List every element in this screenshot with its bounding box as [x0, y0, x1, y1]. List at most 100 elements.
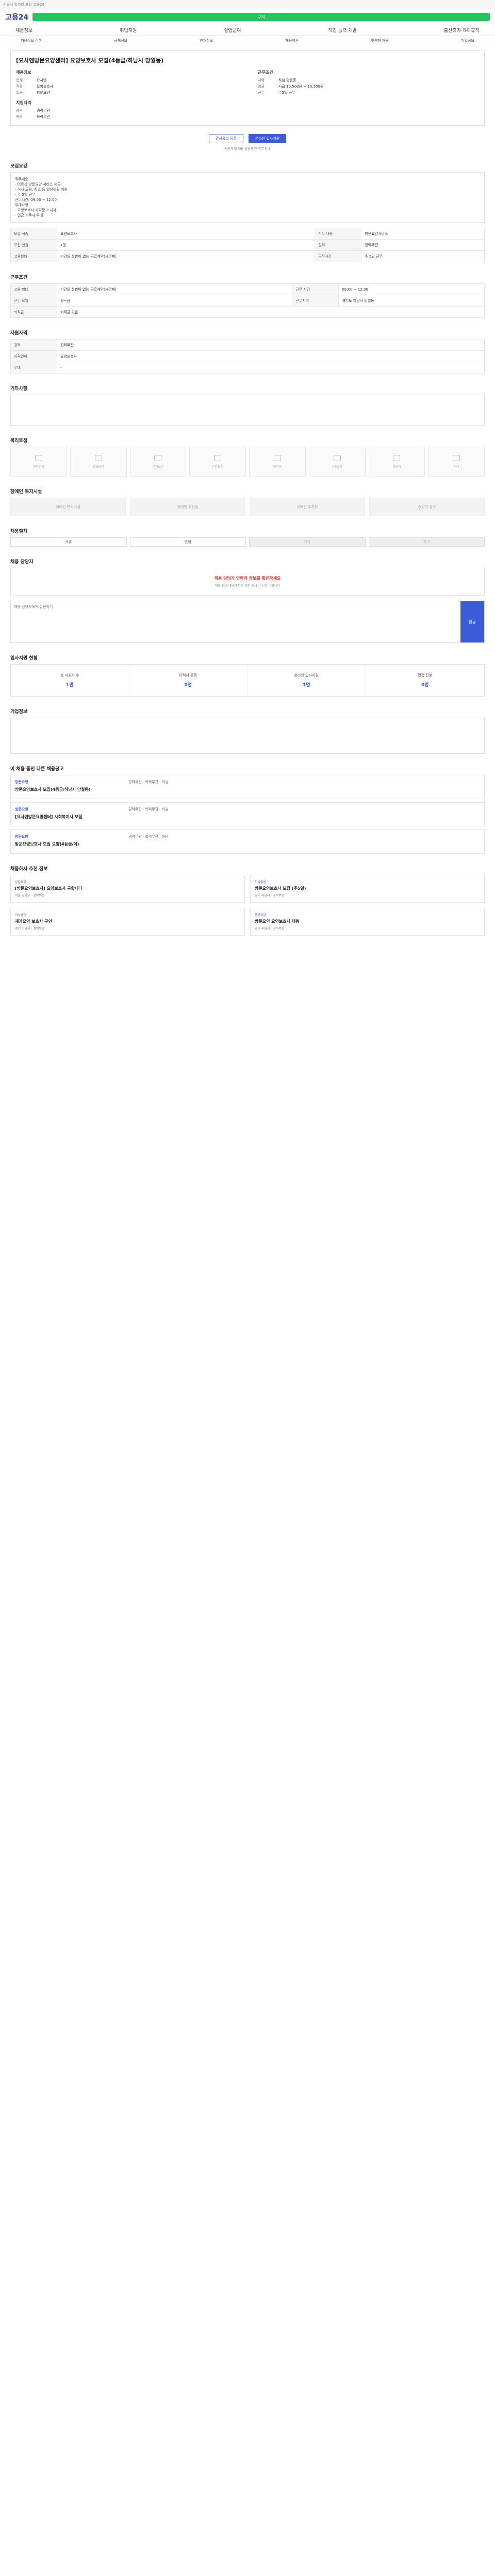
table-row: 경력 경력무관: [10, 339, 485, 351]
job-info-table: 모집 직종 요양보호사 직무 내용 방문요양서비스 모집 인원 1명 경력 경력무관 고용형…: [10, 228, 485, 262]
posting-summary: [요사엔방문요양센터] 요양보호사 모집(4등급/하남시 망월동) 채용정보 업…: [10, 50, 485, 126]
gnb-item[interactable]: 출산휴가·육아휴직: [444, 27, 480, 33]
kv-row: 업종 방문요양: [16, 91, 50, 95]
rec-card[interactable]: 하남돌봄 방문요양보호사 모집 (주5일) 경기 하남시 · 경력무관: [250, 875, 485, 903]
section-title-job-detail: 모집요강: [10, 164, 28, 169]
table-row: 자격면허 요양보호사: [10, 350, 485, 362]
rec-card[interactable]: 강남요양 [방문요양보호사] 요양보호사 구합니다 서울 강남구 · 경력무관: [10, 875, 245, 903]
welfare-card: 산재보험: [129, 447, 187, 477]
header: 고용24 구직: [0, 9, 495, 25]
facility-item: 장애인 편의시설: [10, 498, 126, 516]
rec-card[interactable]: 행복요양 방문요양 요양보호사 채용 경기 하남시 · 경력무관: [250, 908, 485, 936]
welfare-card: 국민연금: [10, 447, 67, 477]
subnav-item[interactable]: 채용정보 검색: [21, 38, 42, 43]
summary-left-head: 채용정보: [16, 70, 31, 75]
table-row: 근무 요일 월~금 근무지역 경기도 하남시 망월동: [10, 295, 485, 307]
apply-button[interactable]: 온라인 입사지원: [248, 134, 287, 143]
contact-alert: 채용 담당자 연락처 정보를 확인하세요 채용 공고 내용과 다른 조건 제시 …: [10, 568, 485, 596]
section-title-contact: 채용 담당자: [10, 560, 34, 565]
welfare-icon: [154, 454, 162, 461]
subnav-item[interactable]: 공채정보: [114, 38, 127, 43]
facility-item: 승강기 설치: [369, 498, 485, 516]
subnav-item[interactable]: 기업정보: [461, 38, 474, 43]
gnb-item[interactable]: 직업 능력 개발: [328, 27, 356, 33]
step-item: 면접: [129, 537, 246, 547]
conditions-table: 고용 형태 기간의 정함이 없는 근로계약(시간제) 근무 시간 09:00 ~ 12…: [10, 283, 485, 318]
alert-text: 채용 공고 내용과 다른 조건 제시 시 신고 바랍니다: [215, 584, 280, 588]
qa-box: 전송: [10, 601, 485, 643]
section-title-others: 기타사항: [10, 386, 28, 392]
gnb-item[interactable]: 채용정보: [15, 27, 32, 33]
section-title-facility: 장애인 복지시설: [10, 489, 42, 495]
kv-row: 지역 하남 망월동: [258, 78, 296, 82]
status-cell: 총 지원자 수 1명: [11, 665, 129, 696]
deadline-note: 지원자 및 채용 담당자 간 직무 안내: [224, 147, 271, 151]
gnb-item[interactable]: 실업급여: [224, 27, 241, 33]
welfare-card: 고용보험: [70, 447, 127, 477]
topbar-text: 서울시 일자리 포털 고용24: [3, 2, 44, 7]
welfare-icon: [333, 454, 341, 461]
table-row: 우대 -: [10, 362, 485, 374]
welfare-icon: [94, 454, 102, 461]
rec-card[interactable]: 미사센터 재가요양 보호사 구인 경기 하남시 · 경력무관: [10, 908, 245, 936]
table-row: 퇴직금 퇴직금 있음: [10, 306, 485, 318]
summary-extra-head: 지원자격: [16, 100, 31, 105]
qualification-table: 경력 경력무관 자격면허 요양보호사 우대 -: [10, 339, 485, 374]
alert-warn: 채용 담당자 연락처 정보를 확인하세요: [214, 576, 281, 581]
section-title-company: 기업정보: [10, 709, 28, 715]
subnav-item[interactable]: 인재정보: [200, 38, 213, 43]
table-row: 고용형태 기간의 정함이 없는 근로계약(시간제) 근무시간 주 5일 근무: [10, 250, 485, 262]
job-list-item[interactable]: 방문요양 방문요양보호사 모집(4등급/하남시 망월동) 경력무관 · 학력무관 …: [10, 775, 485, 799]
send-button[interactable]: 전송: [460, 601, 484, 642]
welfare-card: 퇴직금: [249, 447, 306, 477]
table-row: 모집 직종 요양보호사 직무 내용 방문요양서비스: [10, 228, 485, 240]
subnav-item[interactable]: 채용행사: [285, 38, 299, 43]
site-logo[interactable]: 고용24: [5, 12, 28, 22]
recommend-grid: 강남요양 [방문요양보호사] 요양보호사 구합니다 서울 강남구 · 경력무관 하남…: [10, 875, 485, 936]
status-cell: 온라인 입사지원 1명: [248, 665, 366, 696]
welfare-icon: [35, 454, 42, 461]
section-title-qualification: 지원자격: [10, 331, 28, 336]
section-title-conditions: 근무조건: [10, 275, 28, 280]
job-detail-box: 직무내용 - 어르신 방문요양 서비스 제공 - 식사 도움, 청소 등 일상생…: [10, 172, 485, 223]
facility-grid: 장애인 편의시설 장애인 화장실 장애인 주차장 승강기 설치: [10, 498, 485, 516]
search-bar[interactable]: 구직: [32, 13, 490, 21]
section-title-selection: 채용절차: [10, 529, 28, 534]
sub-nav: 채용정보 검색 공채정보 인재정보 채용행사 맞춤형 채용 기업정보: [0, 36, 495, 45]
welfare-icon: [273, 454, 281, 461]
status-grid: 총 지원자 수 1명 이력서 등록 0명 온라인 입사지원 1명 면접 진행 0명: [10, 664, 485, 697]
welfare-grid: 국민연금 고용보험 산재보험 건강보험 퇴직금 4대보험 교통비 식대: [10, 447, 485, 477]
job-list-item[interactable]: 방문요양 [요사엔방문요양센터] 사회복지사 모집 경력무관 · 학력무관 · 하…: [10, 802, 485, 826]
welfare-icon: [214, 454, 222, 461]
facility-item: 장애인 주차장: [250, 498, 365, 516]
welfare-icon: [453, 454, 460, 461]
section-title-welfare: 복리후생: [10, 438, 28, 444]
kv-row: 근무 주5일 근무: [258, 91, 295, 95]
others-box: [10, 395, 485, 426]
scrap-button[interactable]: 관심공고 등록: [208, 134, 243, 143]
search-bar-label: 구직: [257, 14, 265, 20]
job-detail-text: 직무내용 - 어르신 방문요양 서비스 제공 - 식사 도움, 청소 등 일상생…: [15, 177, 68, 217]
step-item: 채용: [249, 537, 366, 547]
welfare-card: 건강보험: [189, 447, 246, 477]
selection-steps: 서류 면접 채용 합격: [10, 537, 485, 547]
summary-right-head: 근무조건: [258, 70, 273, 75]
table-row: 고용 형태 기간의 정함이 없는 근로계약(시간제) 근무 시간 09:00 ~ 12…: [10, 283, 485, 295]
status-cell: 면접 진행 0명: [418, 673, 433, 688]
kv-row: 학력 학력무관: [16, 115, 50, 119]
gnb-item[interactable]: 취업지원: [120, 27, 137, 33]
welfare-card: 4대보험: [308, 447, 366, 477]
table-row: 모집 인원 1명 경력 경력무관: [10, 239, 485, 251]
kv-row: 직종 요양보호사: [16, 84, 54, 89]
subnav-item[interactable]: 맞춤형 채용: [371, 38, 388, 43]
welfare-icon: [393, 454, 401, 461]
kv-row: 경력 경력무관: [16, 109, 50, 113]
section-title-recommend: 채용하시 추천 정보: [10, 867, 48, 872]
job-list-item[interactable]: 방문요양 방문요양보호사 모집 요양(4등급/여) 경력무관 · 학력무관 · 하…: [10, 829, 485, 854]
question-input[interactable]: [11, 601, 460, 642]
main-content: [요사엔방문요양센터] 요양보호사 모집(4등급/하남시 망월동) 채용정보 업…: [10, 50, 485, 956]
posting-title: [요사엔방문요양센터] 요양보호사 모집(4등급/하남시 망월동): [16, 57, 164, 64]
facility-item: 장애인 화장실: [130, 498, 245, 516]
step-item: 서류: [10, 537, 127, 547]
kv-row: 업체 요사엔: [16, 78, 47, 82]
